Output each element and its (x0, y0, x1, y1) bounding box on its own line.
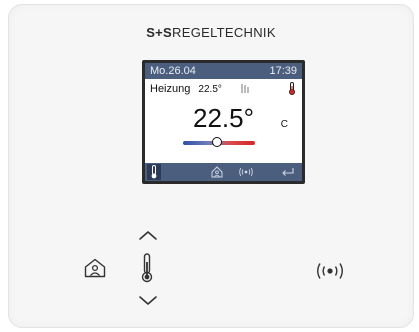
setpoint-value: 22.5° (198, 84, 222, 95)
display-menu-bar (145, 163, 302, 181)
chevron-down-icon[interactable] (138, 295, 158, 307)
home-person-icon[interactable] (211, 166, 223, 178)
wireless-icon[interactable] (238, 167, 254, 177)
display-time: 17:39 (269, 65, 297, 77)
home-person-icon[interactable] (84, 258, 106, 278)
thermostat-device: S+SREGELTECHNIK Mo.26.04 17:39 Heizung 2… (8, 4, 414, 328)
temperature-unit: C (280, 119, 288, 130)
brand-logo: S+SREGELTECHNIK (9, 25, 413, 40)
lcd-display: Mo.26.04 17:39 Heizung 22.5° 22.5° C (145, 63, 302, 181)
mode-row: Heizung 22.5° (150, 82, 300, 95)
mode-label: Heizung (150, 83, 191, 95)
display-frame: Mo.26.04 17:39 Heizung 22.5° 22.5° C (142, 60, 305, 184)
brand-name-part2: REGELTECHNIK (172, 25, 276, 40)
thermometer-icon (289, 82, 295, 95)
chevron-up-icon[interactable] (138, 229, 158, 241)
temperature-scale-marker (212, 137, 222, 147)
sun-heating-icon (241, 84, 249, 93)
brand-name-part1: S+S (146, 25, 173, 40)
enter-icon[interactable] (281, 167, 295, 177)
wireless-icon[interactable] (313, 262, 347, 280)
display-date: Mo.26.04 (150, 65, 196, 77)
current-temperature: 22.5° (192, 103, 254, 133)
display-header: Mo.26.04 17:39 (145, 63, 302, 79)
thermometer-icon[interactable] (140, 253, 154, 283)
thermometer-icon[interactable] (150, 165, 158, 179)
